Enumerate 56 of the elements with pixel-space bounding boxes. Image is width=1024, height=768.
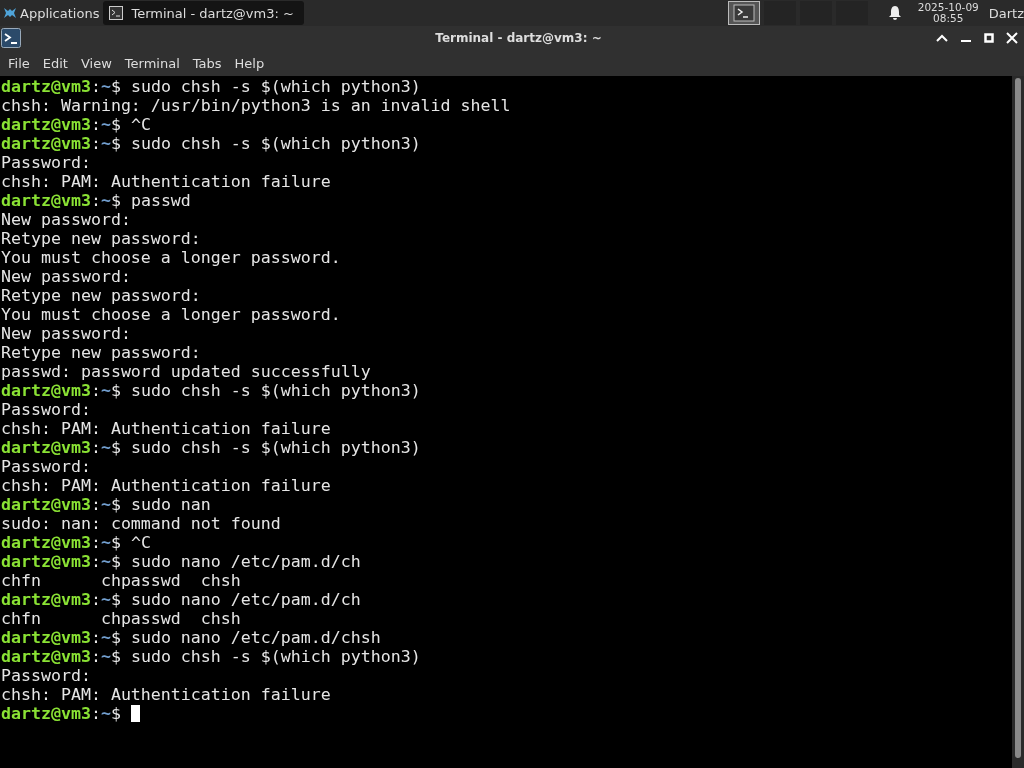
terminal-icon <box>1 28 21 48</box>
terminal-icon <box>732 4 755 22</box>
user-name[interactable]: Dartz <box>988 5 1024 21</box>
terminal-line: You must choose a longer password. <box>0 305 341 324</box>
scrollbar[interactable] <box>1012 76 1024 768</box>
terminal-line: Retype new password: <box>0 229 201 248</box>
terminal-line: dartz@vm3:~$ sudo chsh -s $(which python3) <box>0 647 421 666</box>
close-icon[interactable] <box>1006 32 1018 44</box>
terminal-line: dartz@vm3:~$ sudo nano /etc/pam.d/ch <box>0 552 361 571</box>
terminal-line: dartz@vm3:~$ ^C <box>0 533 151 552</box>
terminal-line: New password: <box>0 210 131 229</box>
terminal-line: Retype new password: <box>0 343 201 362</box>
terminal-line: dartz@vm3:~$ sudo chsh -s $(which python3) <box>0 77 421 96</box>
bell-icon[interactable] <box>887 5 902 21</box>
menu-item[interactable]: Help <box>234 55 271 71</box>
terminal-line: dartz@vm3:~$ passwd <box>0 191 191 210</box>
terminal-line: chsh: PAM: Authentication failure <box>0 419 331 438</box>
terminal-line: Password: <box>0 457 91 476</box>
terminal-line: Retype new password: <box>0 286 201 305</box>
terminal-line: chsh: PAM: Authentication failure <box>0 685 331 704</box>
chevron-up-icon[interactable] <box>936 33 948 43</box>
menu-item[interactable]: Edit <box>42 55 74 71</box>
menu-item[interactable]: Terminal <box>124 55 186 71</box>
terminal-line: dartz@vm3:~$ sudo chsh -s $(which python3) <box>0 381 421 400</box>
terminal-line: chfn chpasswd chsh <box>0 609 241 628</box>
menu-item[interactable]: File <box>8 55 36 71</box>
terminal-line: New password: <box>0 267 131 286</box>
mouse-logo-icon <box>2 5 18 21</box>
scrollbar-thumb[interactable] <box>1015 78 1021 758</box>
clock[interactable]: 2025-10-09 08:55 <box>917 2 979 24</box>
terminal-line: chsh: PAM: Authentication failure <box>0 172 331 191</box>
terminal-line: dartz@vm3:~$ sudo nano /etc/pam.d/ch <box>0 590 361 609</box>
terminal-line: New password: <box>0 324 131 343</box>
terminal-line: dartz@vm3:~$ sudo nan <box>0 495 211 514</box>
terminal-line: You must choose a longer password. <box>0 248 341 267</box>
terminal-line: dartz@vm3:~$ sudo chsh -s $(which python3) <box>0 134 421 153</box>
terminal-icon <box>109 6 124 20</box>
taskbar-button[interactable]: Terminal - dartz@vm3: ~ <box>103 1 304 25</box>
terminal-line: dartz@vm3:~$ ^C <box>0 115 151 134</box>
terminal-line: sudo: nan: command not found <box>0 514 281 533</box>
terminal-line: Password: <box>0 400 91 419</box>
terminal-line: chfn chpasswd chsh <box>0 571 241 590</box>
terminal-line: Password: <box>0 666 91 685</box>
menu-item[interactable]: View <box>80 55 118 71</box>
terminal-line: chsh: PAM: Authentication failure <box>0 476 331 495</box>
terminal-line: chsh: Warning: /usr/bin/python3 is an invalid shell <box>0 96 511 115</box>
terminal-line: dartz@vm3:~$ sudo nano /etc/pam.d/chsh <box>0 628 381 647</box>
maximize-icon[interactable] <box>984 33 994 43</box>
terminal-line: Password: <box>0 153 91 172</box>
terminal-line: dartz@vm3:~$ sudo chsh -s $(which python3) <box>0 438 421 457</box>
terminal-line: passwd: password updated successfully <box>0 362 371 381</box>
terminal-line: dartz@vm3:~$ <box>0 704 140 723</box>
menu-item[interactable]: Tabs <box>192 55 228 71</box>
applications-menu[interactable]: Applications <box>0 0 104 26</box>
workspace-button[interactable] <box>727 1 760 25</box>
window-title: Terminal - dartz@vm3: ~ <box>434 31 603 45</box>
